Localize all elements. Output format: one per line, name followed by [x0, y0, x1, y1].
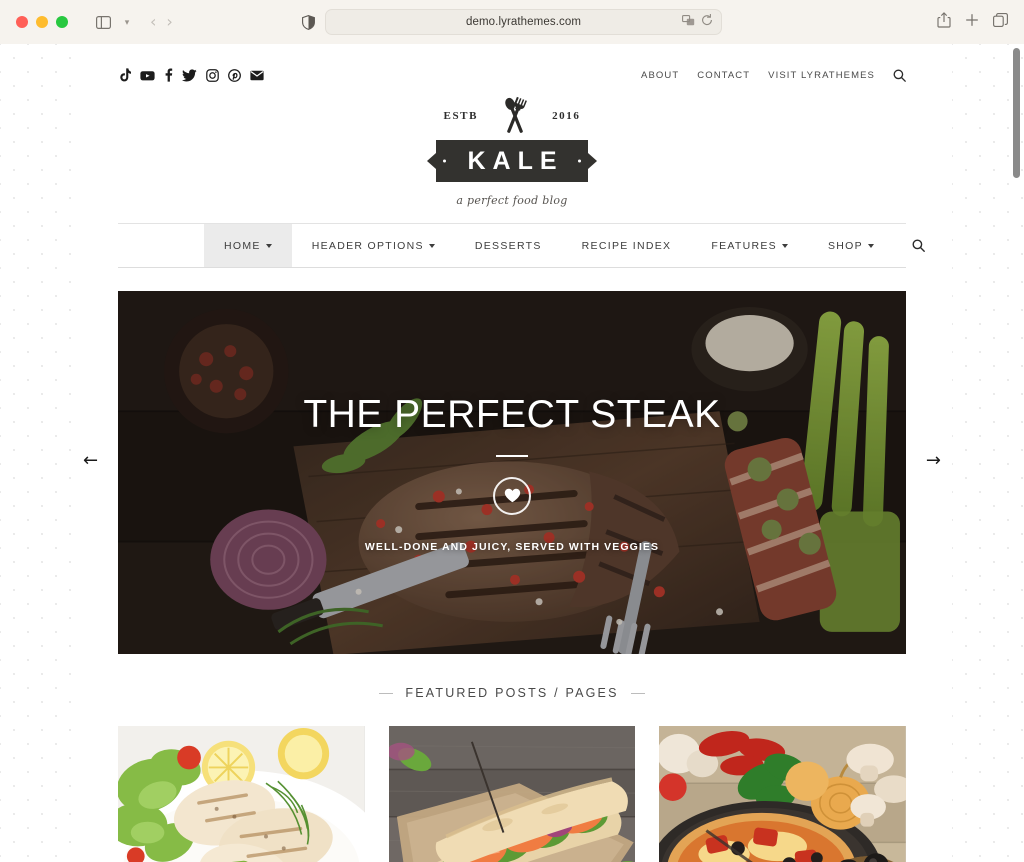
featured-card-3[interactable] [659, 726, 907, 862]
window-controls [16, 16, 68, 28]
nav-item-recipe-index[interactable]: RECIPE INDEX [562, 224, 692, 267]
logo-emblem-row: ESTB 2016 [444, 96, 581, 136]
address-bar-area: demo.lyrathemes.com [302, 9, 722, 35]
share-icon[interactable] [937, 11, 951, 33]
slider-prev-arrow[interactable]: ← [83, 452, 98, 470]
nav-arrows: ‹ › [150, 14, 173, 30]
top-link-contact[interactable]: CONTACT [697, 70, 750, 81]
top-link-visit-lyrathemes[interactable]: VISIT LYRATHEMES [768, 70, 875, 81]
nav-item-home[interactable]: HOME [204, 224, 292, 267]
twitter-icon[interactable] [182, 68, 197, 82]
toolbar-right-group [937, 11, 1008, 33]
nav-item-shop[interactable]: SHOP [808, 224, 894, 267]
instagram-icon[interactable] [206, 68, 219, 82]
featured-card-2[interactable] [388, 726, 636, 862]
chevron-down-icon [265, 243, 272, 248]
chevron-down-icon [782, 243, 788, 248]
featured-grid [118, 726, 907, 862]
reload-icon[interactable] [701, 13, 713, 31]
slider-next-arrow[interactable]: → [926, 452, 941, 470]
chevron-down-icon [867, 243, 874, 248]
email-icon[interactable] [250, 70, 264, 81]
nav-label-desserts: DESSERTS [474, 239, 542, 252]
nav-label-recipe-index: RECIPE INDEX [581, 239, 672, 252]
nav-label-shop: SHOP [828, 239, 863, 252]
hero-slider: ← → THE PERFECT STEAK WELL-DONE AND JUIC… [83, 268, 941, 654]
youtube-icon[interactable] [140, 69, 155, 82]
search-icon [912, 239, 925, 252]
chevron-down-icon [428, 243, 435, 248]
hero-slide[interactable]: THE PERFECT STEAK WELL-DONE AND JUICY, S… [118, 291, 906, 654]
page-viewport: ABOUT CONTACT VISIT LYRATHEMES ESTB 2016… [0, 44, 1024, 862]
featured-heading: FEATURED POSTS / PAGES [405, 686, 619, 700]
browser-window: ▾ ‹ › demo.lyrathemes.com ABOUT CONTACT … [0, 0, 1024, 862]
tab-overview-icon[interactable] [993, 12, 1008, 32]
featured-section-header: FEATURED POSTS / PAGES [118, 654, 906, 726]
banner-dot-right [578, 159, 581, 163]
logo-tagline: a perfect food blog [456, 194, 568, 207]
hero-subtitle: WELL-DONE AND JUICY, SERVED WITH VEGGIES [364, 540, 660, 553]
logo-banner: KALE [436, 140, 588, 182]
site-logo[interactable]: ESTB 2016 KALE a perfect food blog [118, 88, 906, 223]
site-topbar: ABOUT CONTACT VISIT LYRATHEMES [118, 44, 906, 88]
hero-divider [496, 454, 528, 457]
nav-search-button[interactable] [894, 224, 943, 267]
top-navigation: ABOUT CONTACT VISIT LYRATHEMES [641, 69, 906, 82]
new-tab-button[interactable] [965, 13, 979, 32]
featured-image-pizza [659, 726, 906, 862]
scrollbar-thumb[interactable] [1013, 48, 1020, 178]
nav-label-home: HOME [224, 239, 261, 252]
nav-item-features[interactable]: FEATURES [691, 224, 808, 267]
search-icon[interactable] [893, 69, 906, 82]
fork-spoon-icon [505, 96, 527, 133]
browser-toolbar: ▾ ‹ › demo.lyrathemes.com [0, 0, 1024, 44]
shield-icon[interactable] [302, 14, 315, 30]
nav-item-header-options[interactable]: HEADER OPTIONS [292, 224, 455, 267]
logo-year: 2016 [552, 110, 581, 122]
top-link-about[interactable]: ABOUT [641, 70, 679, 81]
divider-right [630, 692, 645, 694]
featured-card-1[interactable] [118, 726, 365, 862]
banner-dot-left [443, 159, 446, 163]
social-links [118, 68, 264, 82]
url-input[interactable]: demo.lyrathemes.com [325, 9, 722, 35]
nav-label-header-options: HEADER OPTIONS [311, 239, 424, 252]
page-scrollbar[interactable] [1009, 44, 1024, 862]
featured-image-fish [118, 726, 365, 862]
close-window-button[interactable] [16, 16, 28, 28]
url-right-icons [682, 10, 713, 34]
divider-left [379, 692, 394, 694]
pinterest-icon[interactable] [228, 68, 241, 82]
back-arrow-icon[interactable]: ‹ [150, 14, 156, 30]
heart-icon[interactable] [493, 476, 531, 515]
minimize-window-button[interactable] [36, 16, 48, 28]
logo-name: KALE [467, 146, 564, 175]
logo-estb-label: ESTB [443, 110, 479, 122]
url-text: demo.lyrathemes.com [465, 16, 582, 28]
tiktok-icon[interactable] [118, 68, 131, 82]
extensions-icon[interactable] [682, 13, 695, 31]
forward-arrow-icon[interactable]: › [166, 14, 172, 30]
featured-image-sandwich [388, 726, 636, 862]
website-content: ABOUT CONTACT VISIT LYRATHEMES ESTB 2016… [72, 44, 952, 862]
hero-title: THE PERFECT STEAK [303, 392, 721, 436]
sidebar-icon[interactable] [90, 10, 116, 34]
chevron-down-icon[interactable]: ▾ [120, 10, 134, 34]
toolbar-left-group: ▾ ‹ › [90, 10, 173, 34]
hero-content: THE PERFECT STEAK WELL-DONE AND JUICY, S… [118, 291, 906, 654]
nav-item-desserts[interactable]: DESSERTS [455, 224, 562, 267]
main-navigation: HOME HEADER OPTIONS DESSERTS RECIPE INDE… [118, 223, 925, 268]
facebook-icon[interactable] [164, 68, 173, 82]
nav-label-features: FEATURES [711, 239, 777, 252]
maximize-window-button[interactable] [56, 16, 68, 28]
